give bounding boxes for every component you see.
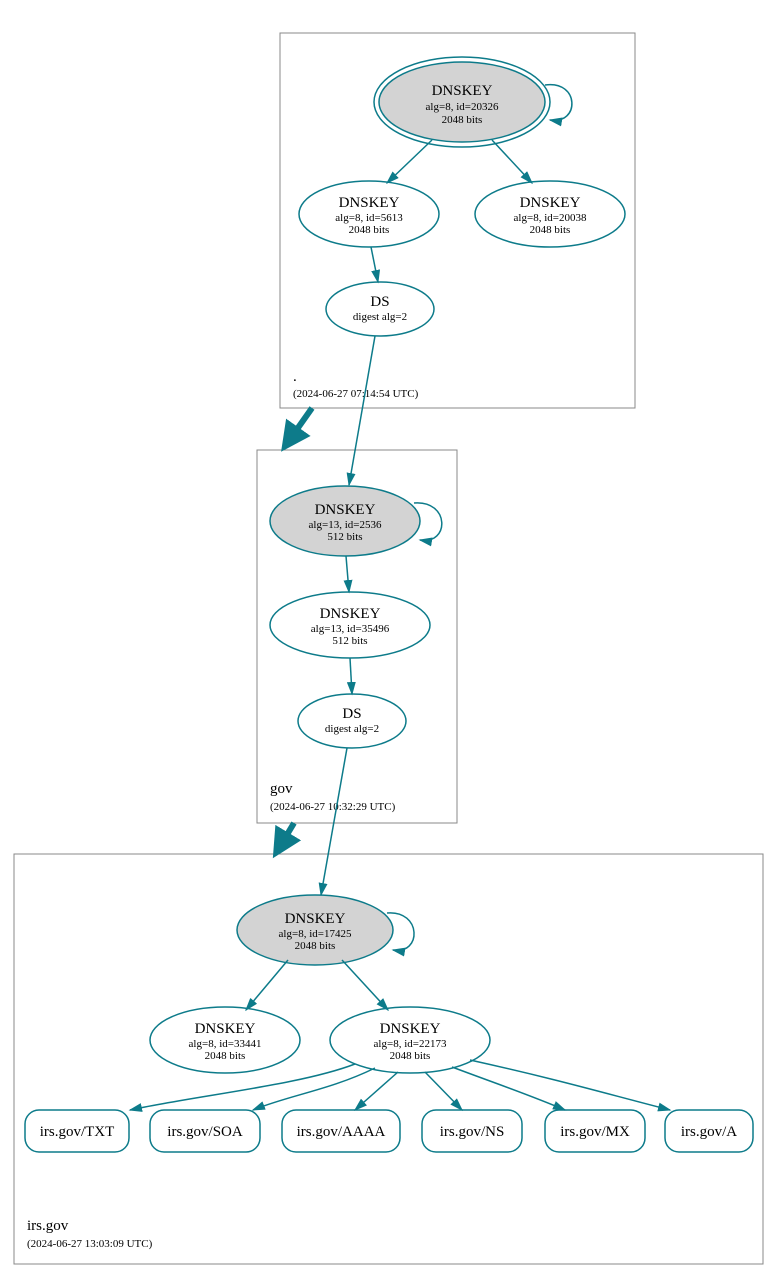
svg-text:irs.gov/TXT: irs.gov/TXT [40,1124,115,1140]
zone-gov-label: gov [270,781,293,797]
edge-govzsk-govds [350,658,352,694]
svg-text:alg=8, id=22173: alg=8, id=22173 [374,1038,447,1050]
svg-text:2048 bits: 2048 bits [530,224,571,236]
svg-text:irs.gov/NS: irs.gov/NS [440,1124,505,1140]
rr-mx: irs.gov/MX [545,1110,645,1152]
node-irs-zsk2: DNSKEY alg=8, id=22173 2048 bits [330,1007,490,1073]
svg-text:alg=13, id=35496: alg=13, id=35496 [311,623,390,635]
node-gov-zsk: DNSKEY alg=13, id=35496 512 bits [270,592,430,658]
edge-zsk2-ns [425,1072,462,1110]
svg-text:irs.gov/AAAA: irs.gov/AAAA [297,1124,386,1140]
zone-irs-label: irs.gov [27,1218,69,1234]
zone-gov-timestamp: (2024-06-27 10:32:29 UTC) [270,801,396,813]
svg-text:irs.gov/A: irs.gov/A [681,1124,737,1140]
edge-root-ksk-self [545,85,572,121]
svg-text:alg=8, id=20038: alg=8, id=20038 [514,212,587,224]
edge-zsk2-mx [452,1067,565,1110]
svg-text:irs.gov/MX: irs.gov/MX [560,1124,630,1140]
edge-govksk-govzsk [346,556,349,592]
edge-rootksk-zsk1 [387,140,432,183]
svg-text:DNSKEY: DNSKEY [315,502,376,518]
svg-text:512 bits: 512 bits [332,635,367,647]
edge-rootds-govksk [349,336,375,485]
node-root-zsk1: DNSKEY alg=8, id=5613 2048 bits [299,181,439,247]
edge-zsk2-aaaa [355,1072,398,1110]
svg-text:2048 bits: 2048 bits [390,1050,431,1062]
svg-text:DNSKEY: DNSKEY [380,1021,441,1037]
svg-text:alg=13, id=2536: alg=13, id=2536 [309,519,382,531]
svg-text:DNSKEY: DNSKEY [432,83,493,99]
svg-text:DS: DS [342,706,361,722]
node-irs-zsk1: DNSKEY alg=8, id=33441 2048 bits [150,1007,300,1073]
svg-text:alg=8, id=33441: alg=8, id=33441 [189,1038,262,1050]
zone-root-label: . [293,369,297,385]
node-root-ksk: DNSKEY alg=8, id=20326 2048 bits [374,57,550,147]
edge-zone-gov-irs [279,823,294,848]
node-gov-ksk: DNSKEY alg=13, id=2536 512 bits [270,486,420,556]
svg-text:alg=8, id=20326: alg=8, id=20326 [426,101,499,113]
edge-rootksk-zsk2 [492,140,532,183]
svg-text:digest alg=2: digest alg=2 [353,311,407,323]
edge-irsksk-zsk2 [342,960,388,1010]
svg-text:digest alg=2: digest alg=2 [325,723,379,735]
rr-soa: irs.gov/SOA [150,1110,260,1152]
rr-txt: irs.gov/TXT [25,1110,129,1152]
svg-text:DNSKEY: DNSKEY [195,1021,256,1037]
svg-text:2048 bits: 2048 bits [349,224,390,236]
rr-ns: irs.gov/NS [422,1110,522,1152]
svg-text:DNSKEY: DNSKEY [339,195,400,211]
svg-text:512 bits: 512 bits [327,531,362,543]
edge-zone-root-gov [288,408,312,442]
rr-aaaa: irs.gov/AAAA [282,1110,400,1152]
svg-text:2048 bits: 2048 bits [295,940,336,952]
svg-text:DNSKEY: DNSKEY [320,606,381,622]
edge-rootzsk-ds [371,247,378,282]
zone-root-timestamp: (2024-06-27 07:14:54 UTC) [293,388,419,400]
zone-irs-timestamp: (2024-06-27 13:03:09 UTC) [27,1238,153,1250]
edge-irsksk-zsk1 [246,960,288,1010]
rr-a: irs.gov/A [665,1110,753,1152]
svg-text:DNSKEY: DNSKEY [520,195,581,211]
node-irs-ksk: DNSKEY alg=8, id=17425 2048 bits [237,895,393,965]
svg-text:2048 bits: 2048 bits [205,1050,246,1062]
edge-zsk2-soa [253,1068,375,1110]
svg-text:DNSKEY: DNSKEY [285,911,346,927]
node-gov-ds: DS digest alg=2 [298,694,406,748]
edge-govds-irsksk [321,748,347,895]
svg-text:alg=8, id=5613: alg=8, id=5613 [335,212,403,224]
node-root-zsk2: DNSKEY alg=8, id=20038 2048 bits [475,181,625,247]
svg-text:DS: DS [370,294,389,310]
svg-text:alg=8, id=17425: alg=8, id=17425 [279,928,352,940]
svg-text:2048 bits: 2048 bits [442,114,483,126]
dnssec-diagram: . (2024-06-27 07:14:54 UTC) DNSKEY alg=8… [0,0,780,1278]
svg-text:irs.gov/SOA: irs.gov/SOA [167,1124,243,1140]
node-root-ds: DS digest alg=2 [326,282,434,336]
